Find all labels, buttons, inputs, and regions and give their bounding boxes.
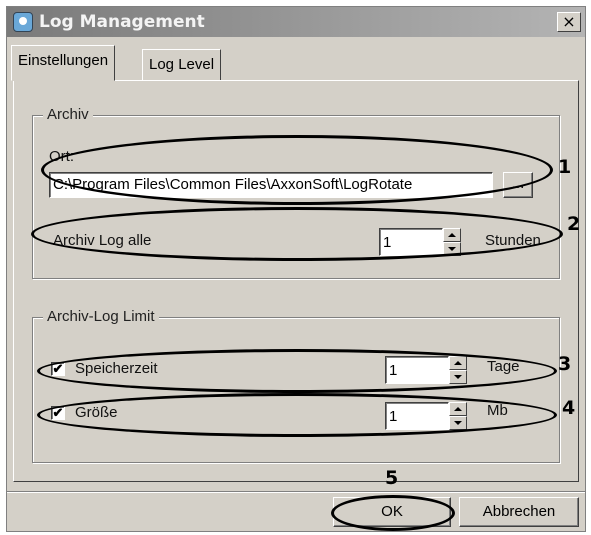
interval-spin-up[interactable] (443, 228, 461, 242)
storage-time-unit: Tage (487, 358, 520, 375)
ok-button[interactable]: OK (333, 497, 451, 527)
size-spin-up[interactable] (449, 402, 467, 416)
storage-time-input[interactable]: 1 (385, 356, 449, 384)
storage-time-spin-down[interactable] (449, 370, 467, 384)
location-input[interactable]: C:\Program Files\Common Files\AxxonSoft\… (49, 172, 493, 198)
archive-group: Archiv Ort: C:\Program Files\Common File… (32, 106, 560, 279)
limit-group: Archiv-Log Limit ✔ Speicherzeit 1 Tage ✔… (32, 308, 560, 463)
interval-input[interactable]: 1 (379, 228, 443, 256)
interval-unit: Stunden (485, 232, 541, 249)
tab-einstellungen[interactable]: Einstellungen (11, 45, 116, 81)
storage-time-label: Speicherzeit (75, 360, 158, 377)
annotation-marker-1: 1 (558, 156, 572, 178)
size-unit: Mb (487, 402, 508, 419)
storage-time-checkbox[interactable]: ✔ (51, 362, 65, 376)
chevron-up-icon (448, 233, 456, 237)
chevron-down-icon (448, 247, 456, 251)
annotation-marker-4: 4 (562, 397, 576, 419)
browse-button[interactable]: ... (503, 172, 533, 198)
size-spin-down[interactable] (449, 416, 467, 430)
tab-log-level[interactable]: Log Level (142, 49, 222, 81)
size-label: Größe (75, 404, 118, 421)
size-checkbox[interactable]: ✔ (51, 406, 65, 420)
annotation-marker-2: 2 (567, 213, 581, 235)
app-icon (13, 12, 33, 32)
location-label: Ort: (49, 148, 74, 165)
title-bar: Log Management × (7, 7, 585, 37)
button-separator (7, 491, 585, 493)
close-button[interactable]: × (557, 12, 581, 32)
interval-label: Archiv Log alle (53, 232, 152, 249)
size-input[interactable]: 1 (385, 402, 449, 430)
chevron-up-icon (454, 361, 462, 365)
settings-panel: Archiv Ort: C:\Program Files\Common File… (13, 80, 579, 482)
window-title: Log Management (39, 12, 205, 32)
limit-group-title: Archiv-Log Limit (43, 308, 159, 325)
chevron-down-icon (454, 421, 462, 425)
archive-group-title: Archiv (43, 106, 93, 123)
annotation-marker-3: 3 (558, 353, 572, 375)
storage-time-spin-up[interactable] (449, 356, 467, 370)
cancel-button[interactable]: Abbrechen (459, 497, 579, 527)
annotation-marker-5: 5 (385, 467, 399, 489)
chevron-up-icon (454, 407, 462, 411)
interval-spin-down[interactable] (443, 242, 461, 256)
chevron-down-icon (454, 375, 462, 379)
log-management-window: Log Management × Einstellungen Log Level… (6, 6, 586, 532)
